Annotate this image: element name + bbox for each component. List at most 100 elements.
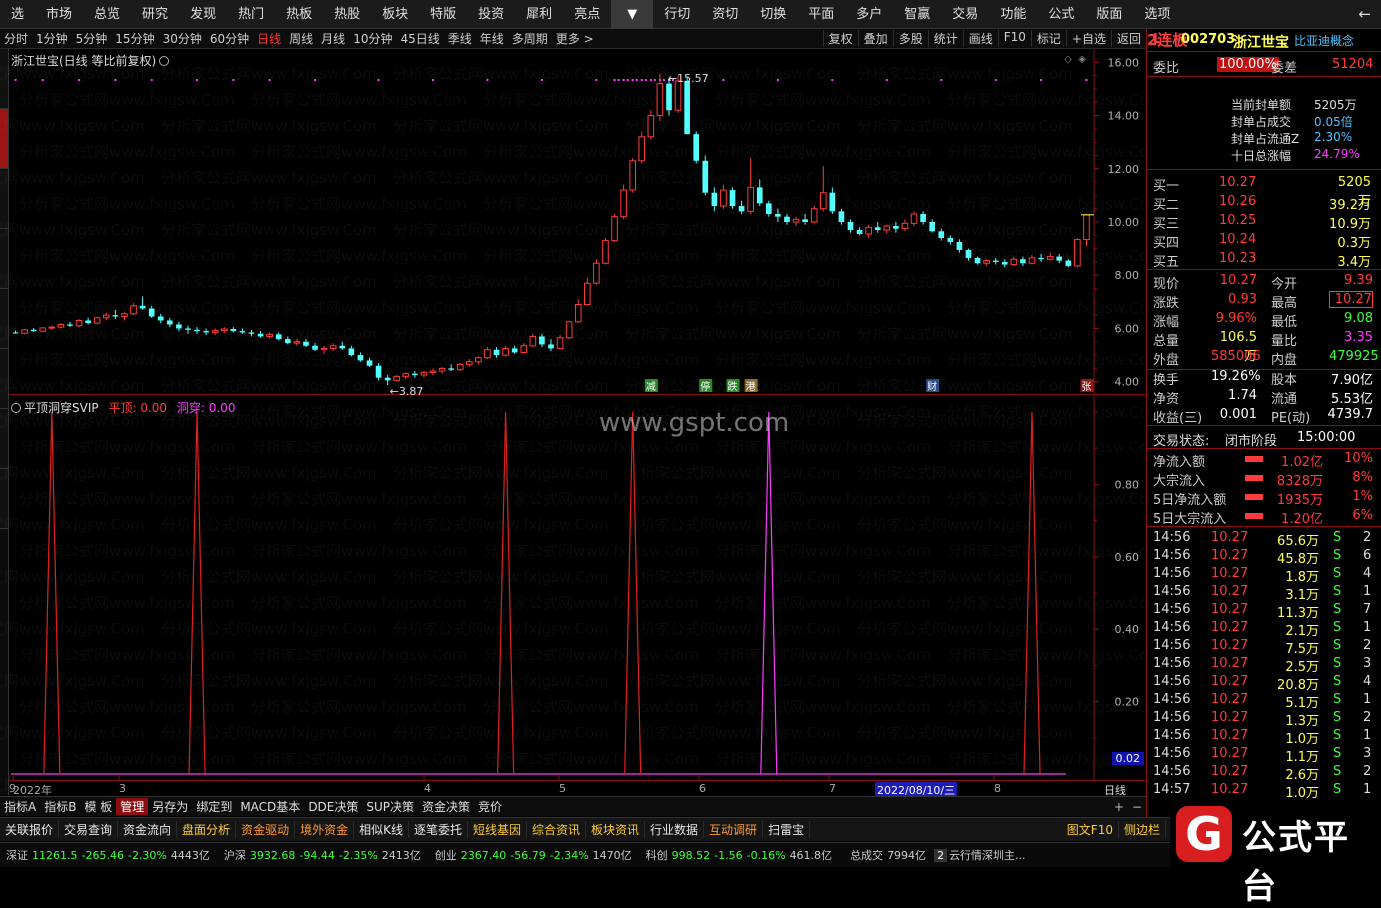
func-item-7[interactable]: 逐笔委托 (409, 821, 468, 838)
timeframe-8[interactable]: 月线 (317, 30, 349, 47)
back-arrow-icon[interactable]: ← (1348, 5, 1381, 23)
nav-item-5[interactable]: 热门 (227, 0, 275, 29)
nav-item-1[interactable]: 市场 (35, 0, 83, 29)
nav-item-20[interactable]: 交易 (941, 0, 989, 29)
nav-item-4[interactable]: 发现 (179, 0, 227, 29)
timeframe-6[interactable]: 日线 (253, 30, 285, 47)
nav-item-0[interactable]: 选 (0, 0, 35, 29)
nav-item-15[interactable]: 资切 (701, 0, 749, 29)
timeframe-13[interactable]: 多周期 (508, 30, 552, 47)
side-tab[interactable] (0, 49, 8, 109)
indicator-bar-item-3[interactable]: 管理 (116, 798, 149, 815)
nav-item-16[interactable]: 切换 (749, 0, 797, 29)
func-item-8[interactable]: 短线基因 (468, 821, 527, 838)
nav-item-2[interactable]: 总览 (83, 0, 131, 29)
func-item-13[interactable]: 扫雷宝 (763, 821, 811, 838)
timeframe-0[interactable]: 分时 (0, 30, 32, 47)
func-item-11[interactable]: 行业数据 (645, 821, 705, 838)
timeframe-4[interactable]: 30分钟 (159, 30, 206, 47)
side-tab[interactable] (0, 229, 8, 289)
nav-item-19[interactable]: 智赢 (893, 0, 941, 29)
side-tab[interactable] (0, 349, 8, 409)
index-name[interactable]: 沪深 (222, 847, 248, 863)
event-marker-label[interactable]: 张 (1081, 381, 1091, 393)
nav-item-21[interactable]: 功能 (989, 0, 1037, 29)
indicator-menu-icon[interactable] (11, 403, 21, 413)
nav-item-22[interactable]: 公式 (1037, 0, 1085, 29)
func-item-1[interactable]: 交易查询 (59, 821, 119, 838)
nav-item-11[interactable]: 犀利 (515, 0, 563, 29)
func-right-item-1[interactable]: 侧边栏 (1119, 821, 1166, 838)
nav-item-13[interactable]: ▼ (611, 0, 654, 29)
nav-item-9[interactable]: 特版 (419, 0, 467, 29)
kline-chart-panel[interactable]: 分析家公式网www.fxjgsw.Com分析家公式网www.fxjgsw.Com… (0, 49, 1163, 421)
indicator-bar-item-10[interactable]: 竞价 (474, 798, 506, 815)
side-tab[interactable] (0, 289, 8, 349)
chart-corner-icons[interactable]: ◇ ◈ (1064, 54, 1086, 65)
indicator-bar-item-4[interactable]: 另存为 (148, 798, 192, 815)
event-marker-label[interactable]: 港 (746, 381, 756, 393)
event-marker-label[interactable]: 停 (700, 380, 710, 393)
side-tab-active[interactable] (0, 109, 8, 169)
chart-tool-1[interactable]: 叠加 (857, 30, 893, 47)
chart-settings-icon[interactable] (159, 56, 170, 66)
index-name[interactable]: 科创 (644, 847, 670, 863)
func-item-12[interactable]: 互动调研 (704, 821, 764, 838)
timeframe-1[interactable]: 1分钟 (32, 30, 72, 47)
indicator-bar-item-1[interactable]: 指标B (40, 798, 80, 815)
timeframe-2[interactable]: 5分钟 (72, 30, 112, 47)
nav-item-18[interactable]: 多户 (845, 0, 893, 29)
nav-item-14[interactable]: 行切 (653, 0, 701, 29)
minus-icon[interactable]: − (1128, 800, 1146, 814)
func-item-9[interactable]: 综合资讯 (527, 821, 587, 838)
chart-tool-6[interactable]: 标记 (1030, 30, 1066, 47)
indicator-bar-item-9[interactable]: 资金决策 (418, 798, 474, 815)
news-count-badge[interactable]: 2 (934, 848, 948, 862)
func-right-item-0[interactable]: 图文F10 (1062, 821, 1119, 838)
indicator-panel[interactable]: 分析家公式网www.fxjgsw.Com分析家公式网www.fxjgsw.Com… (0, 396, 1163, 794)
nav-item-7[interactable]: 热股 (323, 0, 371, 29)
chart-tool-7[interactable]: +自选 (1065, 30, 1111, 47)
func-item-6[interactable]: 相似K线 (354, 821, 409, 838)
index-name[interactable]: 创业 (433, 847, 459, 863)
func-item-5[interactable]: 境外资金 (295, 821, 355, 838)
chart-tool-5[interactable]: F10 (997, 30, 1031, 47)
indicator-bar-item-5[interactable]: 绑定到 (192, 798, 236, 815)
timeframe-7[interactable]: 周线 (285, 30, 317, 47)
nav-item-3[interactable]: 研究 (131, 0, 179, 29)
func-item-0[interactable]: 关联报价 (0, 821, 60, 838)
indicator-bar-item-8[interactable]: SUP决策 (362, 798, 418, 815)
timeframe-5[interactable]: 60分钟 (206, 30, 253, 47)
event-marker-label[interactable]: 跌 (728, 380, 738, 393)
side-tab[interactable] (0, 409, 8, 469)
nav-item-12[interactable]: 亮点 (563, 0, 611, 29)
nav-item-6[interactable]: 热板 (275, 0, 323, 29)
indicator-bar-item-6[interactable]: MACD基本 (236, 798, 304, 815)
func-item-10[interactable]: 板块资讯 (586, 821, 646, 838)
timeframe-9[interactable]: 10分钟 (349, 30, 396, 47)
nav-item-23[interactable]: 版面 (1085, 0, 1133, 29)
nav-item-10[interactable]: 投资 (467, 0, 515, 29)
indicator-bar-item-2[interactable]: 模 板 (80, 798, 116, 815)
add-icon[interactable]: + (1110, 800, 1128, 814)
nav-item-8[interactable]: 板块 (371, 0, 419, 29)
news-ticker[interactable]: 云行情深圳主... (947, 847, 1028, 863)
func-item-4[interactable]: 资金驱动 (236, 821, 296, 838)
func-item-3[interactable]: 盘面分析 (177, 821, 237, 838)
nav-item-24[interactable]: 选项 (1133, 0, 1181, 29)
timeframe-14[interactable]: 更多 > (552, 30, 598, 47)
side-tab[interactable] (0, 169, 8, 229)
chart-tool-8[interactable]: 返回 (1110, 30, 1146, 47)
event-marker-label[interactable]: 减 (646, 381, 656, 393)
timeframe-12[interactable]: 年线 (476, 30, 508, 47)
indicator-bar-item-0[interactable]: 指标A (0, 798, 40, 815)
index-name[interactable]: 深证 (4, 847, 30, 863)
timeframe-10[interactable]: 45日线 (396, 30, 443, 47)
timeframe-11[interactable]: 季线 (444, 30, 476, 47)
chart-tool-2[interactable]: 多股 (892, 30, 928, 47)
chart-tool-3[interactable]: 统计 (927, 30, 963, 47)
chart-tool-0[interactable]: 复权 (822, 30, 858, 47)
indicator-bar-item-7[interactable]: DDE决策 (304, 798, 362, 815)
timeframe-3[interactable]: 15分钟 (111, 30, 158, 47)
indicator-chart-svg[interactable]: 0.80 0.60 0.40 0.20 (9, 396, 1146, 780)
